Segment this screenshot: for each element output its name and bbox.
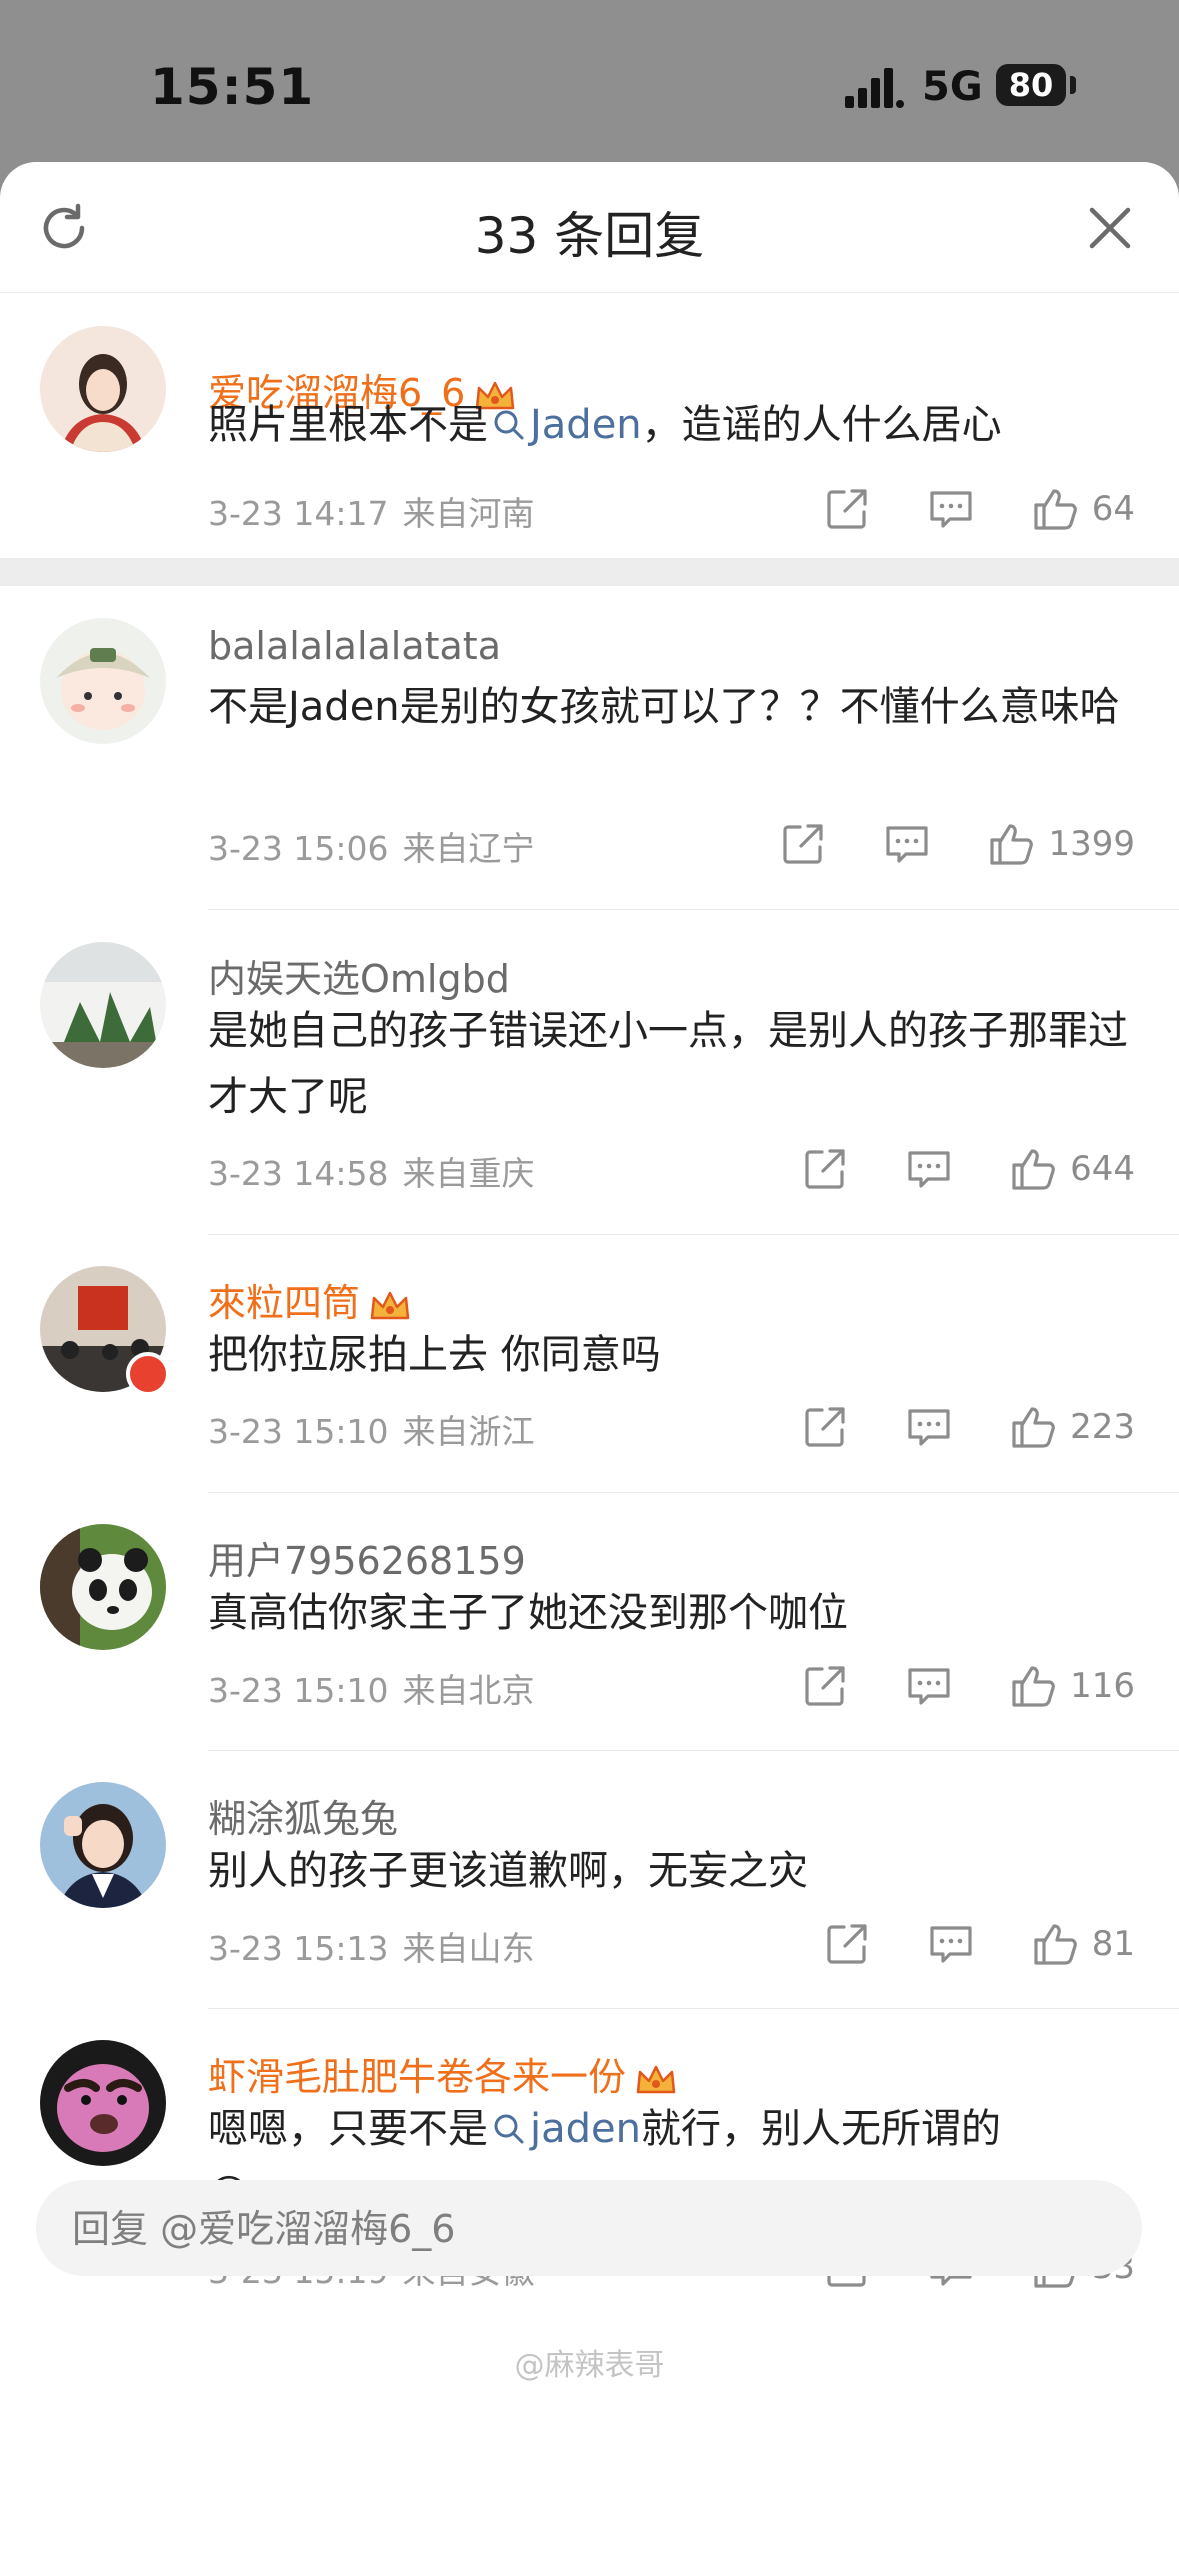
row-divider: [208, 909, 1179, 910]
comment-actions: 81: [766, 1919, 1135, 1969]
comment-username[interactable]: balalalalalatata: [208, 624, 501, 668]
like-count: 64: [1091, 489, 1135, 529]
avatar[interactable]: [40, 1524, 166, 1650]
comment-time: 3-23 15:10: [208, 1671, 389, 1710]
section-divider: [0, 558, 1179, 586]
row-divider: [208, 1750, 1179, 1751]
comment-time: 3-23 14:58: [208, 1154, 389, 1193]
search-icon: [494, 2114, 524, 2144]
comment-time: 3-23 15:10: [208, 1412, 389, 1451]
comment-icon[interactable]: [906, 1404, 952, 1450]
comment-icon[interactable]: [906, 1146, 952, 1192]
battery-level: 80: [996, 64, 1066, 106]
comment-icon[interactable]: [928, 1921, 974, 1967]
comment-time: 3-23 15:13: [208, 1929, 389, 1968]
comment-location: 来自浙江: [402, 1412, 535, 1451]
row-divider: [208, 2008, 1179, 2009]
avatar[interactable]: [40, 326, 166, 452]
like-icon[interactable]: [988, 821, 1034, 867]
comment-actions: 1399: [722, 819, 1135, 869]
comment-location: 来自山东: [402, 1929, 535, 1968]
comment-location: 来自重庆: [402, 1154, 535, 1193]
share-icon[interactable]: [780, 821, 826, 867]
like-count: 223: [1070, 1407, 1135, 1447]
username-text[interactable]: 虾滑毛肚肥牛卷各来一份: [208, 2055, 626, 2099]
comment-icon[interactable]: [906, 1663, 952, 1709]
comment-meta: 3-23 14:58 来自重庆: [208, 1147, 535, 1195]
status-bar: 15:51 5G 80: [0, 0, 1179, 160]
comment-meta: 3-23 15:13 来自山东: [208, 1922, 535, 1970]
like-icon[interactable]: [1010, 1663, 1056, 1709]
comment-actions: 64: [766, 484, 1135, 534]
comment-actions: 116: [744, 1661, 1135, 1711]
cellular-signal-icon: [845, 68, 904, 108]
row-divider: [208, 1234, 1179, 1235]
comment-actions: 644: [744, 1144, 1135, 1194]
avatar[interactable]: [40, 2040, 166, 2166]
avatar[interactable]: [40, 618, 166, 744]
comment-text: 照片里根本不是 Jaden，造谣的人什么居心: [208, 402, 1002, 448]
like-icon[interactable]: [1032, 486, 1078, 532]
comment-username[interactable]: 來粒四筒: [208, 1272, 412, 1327]
topic-link[interactable]: Jaden: [488, 402, 642, 448]
status-time: 15:51: [150, 58, 315, 116]
comment-text: 把你拉尿拍上去 你同意吗: [208, 1332, 661, 1378]
reply-input[interactable]: [70, 2180, 1114, 2278]
comment-username[interactable]: 虾滑毛肚肥牛卷各来一份: [208, 2046, 678, 2101]
comment-text: 不是Jaden是别的女孩就可以了？？不懂什么意味哈: [208, 684, 1120, 730]
avatar[interactable]: [40, 1782, 166, 1908]
watermark: @麻辣表哥: [514, 2348, 665, 2383]
comment-username[interactable]: 内娱天选Omlgbd: [208, 948, 510, 1003]
like-count: 644: [1070, 1149, 1135, 1189]
comment-text: 别人的孩子更该道歉啊，无妄之灾: [208, 1848, 808, 1894]
comment-actions: 223: [744, 1402, 1135, 1452]
comment-icon[interactable]: [928, 486, 974, 532]
comment-time: 3-23 14:17: [208, 494, 389, 533]
share-icon[interactable]: [802, 1146, 848, 1192]
like-count: 116: [1070, 1666, 1135, 1706]
comment-username[interactable]: 用户7956268159: [208, 1530, 526, 1585]
comment-location: 来自河南: [402, 494, 535, 533]
verified-badge-icon: [126, 1352, 170, 1396]
network-type: 5G: [922, 64, 983, 110]
vip-crown-icon: [636, 2065, 676, 2093]
comment-meta: 3-23 15:10 来自北京: [208, 1664, 535, 1712]
search-icon: [494, 410, 524, 440]
like-icon[interactable]: [1032, 1921, 1078, 1967]
avatar[interactable]: [40, 942, 166, 1068]
battery-icon: [1070, 76, 1076, 94]
close-icon[interactable]: [1088, 206, 1132, 250]
comment-username[interactable]: 糊涂狐兔兔: [208, 1788, 398, 1843]
like-icon[interactable]: [1010, 1146, 1056, 1192]
like-icon[interactable]: [1010, 1404, 1056, 1450]
like-count: 81: [1091, 1924, 1135, 1964]
like-count: 1399: [1048, 824, 1135, 864]
username-text[interactable]: 來粒四筒: [208, 1281, 360, 1325]
reply-bar[interactable]: [36, 2180, 1142, 2278]
comment-text: 是她自己的孩子错误还小一点，是别人的孩子那罪过才大了呢: [208, 1008, 1128, 1120]
share-icon[interactable]: [802, 1663, 848, 1709]
comment-meta: 3-23 15:10 来自浙江: [208, 1405, 535, 1453]
comment-icon[interactable]: [884, 821, 930, 867]
share-icon[interactable]: [802, 1404, 848, 1450]
row-divider: [208, 1492, 1179, 1493]
share-icon[interactable]: [824, 486, 870, 532]
comment-meta: 3-23 14:17 来自河南: [208, 487, 535, 535]
topic-link[interactable]: jaden: [488, 2106, 641, 2152]
vip-crown-icon: [370, 1291, 410, 1319]
share-icon[interactable]: [824, 1921, 870, 1967]
comment-meta: 3-23 15:06 来自辽宁: [208, 822, 535, 870]
sheet-header: 33 条回复: [0, 162, 1179, 293]
comment-time: 3-23 15:06: [208, 829, 389, 868]
comment-location: 来自辽宁: [402, 829, 535, 868]
comment-location: 来自北京: [402, 1671, 535, 1710]
comment-text: 真高估你家主子了她还没到那个咖位: [208, 1590, 848, 1636]
sheet-title: 33 条回复: [474, 207, 705, 265]
